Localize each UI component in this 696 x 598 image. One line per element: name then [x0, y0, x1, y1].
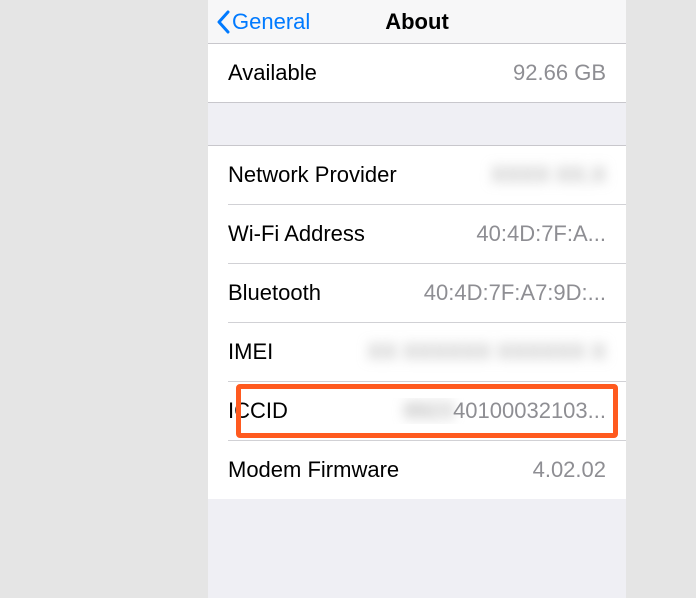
wifi-address-label: Wi-Fi Address [228, 221, 365, 247]
modem-firmware-row[interactable]: Modem Firmware 4.02.02 [228, 441, 626, 499]
back-button[interactable]: General [208, 9, 310, 35]
iccid-row[interactable]: ICCID 8923 40100032103... [228, 382, 626, 441]
iccid-visible-part: 40100032103... [453, 398, 606, 424]
modem-firmware-value: 4.02.02 [521, 457, 606, 483]
storage-group: Available 92.66 GB [208, 44, 626, 103]
iccid-value: 8923 40100032103... [288, 398, 606, 424]
iccid-label: ICCID [228, 398, 288, 424]
modem-firmware-label: Modem Firmware [228, 457, 399, 483]
bluetooth-label: Bluetooth [228, 280, 321, 306]
imei-row[interactable]: IMEI XX XXXXXX XXXXXX X [228, 323, 626, 382]
bluetooth-value: 40:4D:7F:A7:9D:... [412, 280, 606, 306]
navigation-bar: General About [208, 0, 626, 44]
wifi-address-value: 40:4D:7F:A... [464, 221, 606, 247]
network-provider-row[interactable]: Network Provider XXXX XX.X [228, 146, 626, 205]
back-label: General [232, 9, 310, 35]
network-provider-value: XXXX XX.X [479, 162, 606, 188]
available-row[interactable]: Available 92.66 GB [228, 44, 626, 102]
wifi-address-row[interactable]: Wi-Fi Address 40:4D:7F:A... [228, 205, 626, 264]
available-value: 92.66 GB [501, 60, 606, 86]
chevron-left-icon [216, 10, 230, 34]
available-label: Available [228, 60, 317, 86]
settings-about-screen: General About Available 92.66 GB Network… [208, 0, 626, 598]
imei-label: IMEI [228, 339, 273, 365]
group-spacer [208, 103, 626, 145]
device-info-group: Network Provider XXXX XX.X Wi-Fi Address… [208, 145, 626, 499]
bluetooth-row[interactable]: Bluetooth 40:4D:7F:A7:9D:... [228, 264, 626, 323]
iccid-hidden-prefix: 8923 [404, 398, 453, 424]
network-provider-label: Network Provider [228, 162, 397, 188]
page-title: About [385, 9, 449, 35]
imei-value: XX XXXXXX XXXXXX X [356, 339, 606, 365]
